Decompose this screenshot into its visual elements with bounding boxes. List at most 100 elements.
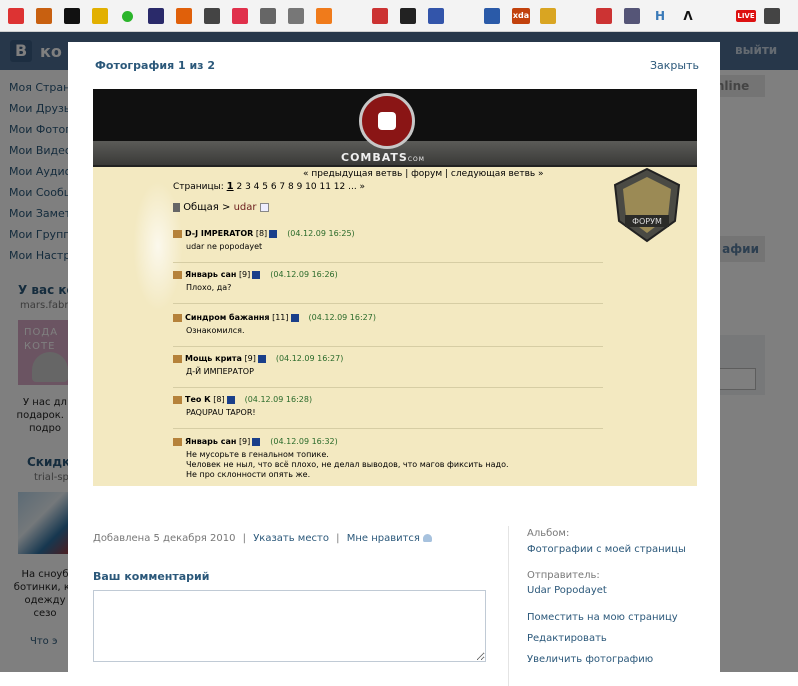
comment-input[interactable] xyxy=(93,590,486,662)
forum-post-time: (04.12.09 16:27) xyxy=(275,354,344,363)
combats-logo-text: COMBATS xyxy=(341,151,408,164)
forum-post: D-J IMPERATOR [8] (04.12.09 16:25) udar ne… xyxy=(173,229,603,263)
live-icon[interactable]: LIVE xyxy=(736,10,756,22)
star-icon[interactable] xyxy=(92,8,108,24)
breadcrumb-root: Общая xyxy=(183,202,219,213)
forum-post-nick: Тео К xyxy=(185,395,211,404)
info-icon xyxy=(290,313,299,322)
info-icon xyxy=(226,395,235,404)
shield-icon[interactable] xyxy=(596,8,612,24)
photo-meta: Добавлена 5 декабря 2010 | Указать место… xyxy=(93,533,432,544)
user-emblem-icon xyxy=(173,437,182,446)
user-emblem-icon xyxy=(173,313,182,322)
forum-post-nick: Мощь крита xyxy=(185,354,242,363)
folder-icon xyxy=(173,202,180,212)
forum-post: Синдром бажання [11] (04.12.09 16:27) Озна… xyxy=(173,313,603,347)
letter-h-icon[interactable]: H xyxy=(652,8,668,24)
info-icon xyxy=(252,270,261,279)
vertical-divider xyxy=(508,526,509,686)
swords-icon[interactable] xyxy=(288,8,304,24)
green-dot-icon[interactable] xyxy=(122,11,133,22)
vivaldi-red-icon[interactable] xyxy=(8,8,24,24)
forum-post-text: Ознакомился. xyxy=(186,326,245,335)
user-emblem-icon xyxy=(173,395,182,404)
combats-logo: COMBATSCOM xyxy=(341,151,425,164)
forum-post-nick: D-J IMPERATOR xyxy=(185,229,254,238)
set-place-link[interactable]: Указать место xyxy=(253,533,329,544)
forum-post-nick: Синдром бажання xyxy=(185,313,270,322)
forum-post-level: [9] xyxy=(238,270,251,279)
nhl-icon[interactable] xyxy=(764,8,780,24)
forum-post: Январь сан [9] (04.12.09 16:26) Плохо, да? xyxy=(173,270,603,304)
forum-post-header: D-J IMPERATOR [8] (04.12.09 16:25) xyxy=(173,229,603,238)
like-link[interactable]: Мне нравится xyxy=(347,533,420,544)
mail-icon[interactable] xyxy=(484,8,500,24)
photo-image[interactable]: COMBATSCOM « предыдущая ветвь | форум | … xyxy=(93,89,697,486)
person-icon[interactable] xyxy=(148,8,164,24)
xda-icon[interactable]: xda xyxy=(512,8,530,24)
breadcrumb-separator: > xyxy=(221,202,231,213)
sender-label: Отправитель: xyxy=(527,570,600,581)
orange-square-icon[interactable] xyxy=(36,8,52,24)
fist-emblem-icon xyxy=(359,93,415,149)
heart-icon[interactable] xyxy=(64,8,80,24)
forum-post-text: Не мусорьте в генальном топике. Человек … xyxy=(186,450,509,479)
forum-post-text: Плохо, да? xyxy=(186,283,232,292)
forum-post-level: [11] xyxy=(272,313,289,322)
plus-icon xyxy=(259,202,269,212)
meta-separator: | xyxy=(336,533,340,544)
forum-post-header: Мощь крита [9] (04.12.09 16:27) xyxy=(173,354,603,363)
forum-post-separator xyxy=(173,262,603,263)
forum-breadcrumb: Общая > udar xyxy=(173,202,269,213)
forum-thread-nav: « предыдущая ветвь | форум | следующая в… xyxy=(303,169,544,179)
photo-counter-title: Фотография 1 из 2 xyxy=(95,59,216,72)
lambda-icon[interactable]: Λ xyxy=(680,8,696,24)
pocket-icon[interactable] xyxy=(232,8,248,24)
palette-icon[interactable] xyxy=(540,8,556,24)
forum-post-level: [9] xyxy=(244,354,256,363)
app-icon[interactable] xyxy=(204,8,220,24)
combats-logo-suffix: COM xyxy=(407,156,425,163)
forum-pages: Страницы: 1 2 3 4 5 6 7 8 9 10 11 12 ...… xyxy=(173,181,365,192)
edit-link[interactable]: Редактировать xyxy=(527,633,607,644)
put-on-my-page-link[interactable]: Поместить на мою страницу xyxy=(527,612,678,623)
k-icon[interactable] xyxy=(372,8,388,24)
forum-post-level: [8] xyxy=(213,395,225,404)
id-card-icon[interactable] xyxy=(624,8,640,24)
forum-post-time: (04.12.09 16:25) xyxy=(287,229,355,238)
fist-icon xyxy=(378,112,396,130)
info-icon xyxy=(252,437,261,446)
pages-current: 1 xyxy=(226,181,234,192)
forum-post-separator xyxy=(173,303,603,304)
pages-list: 2 3 4 5 6 7 8 9 10 11 12 ... » xyxy=(236,182,366,192)
pages-label: Страницы: xyxy=(173,182,224,192)
forum-post-text: Д-Й ИМПЕРАТОР xyxy=(186,367,254,376)
enlarge-photo-link[interactable]: Увеличить фотографию xyxy=(527,654,653,665)
forum-post-header: Синдром бажання [11] (04.12.09 16:27) xyxy=(173,313,603,322)
forum-post-separator xyxy=(173,387,603,388)
forum-post-level: [8] xyxy=(255,229,268,238)
close-link[interactable]: Закрыть xyxy=(650,59,699,72)
forum-post-time: (04.12.09 16:26) xyxy=(270,270,338,279)
forum-post-time: (04.12.09 16:28) xyxy=(244,395,313,404)
photo-modal: Фотография 1 из 2 Закрыть COMBATSCOM « п… xyxy=(68,42,720,686)
heart-icon[interactable] xyxy=(422,534,432,542)
forum-post-header: Январь сан [9] (04.12.09 16:26) xyxy=(173,270,603,279)
letter-c-icon[interactable] xyxy=(316,8,332,24)
sender-link[interactable]: Udar Popodayet xyxy=(527,585,607,596)
forum-post-header: Январь сан [9] (04.12.09 16:32) xyxy=(173,437,603,446)
forum-post-separator xyxy=(173,428,603,429)
forum-post-level: [9] xyxy=(238,437,251,446)
gamepad-icon[interactable] xyxy=(400,8,416,24)
comment-title: Ваш комментарий xyxy=(93,570,210,583)
forum-post-time: (04.12.09 16:32) xyxy=(270,437,338,446)
letter-i-icon[interactable] xyxy=(176,8,192,24)
forum-post-text: udar ne popodayet xyxy=(186,242,263,251)
user-emblem-icon xyxy=(173,354,182,363)
album-link[interactable]: Фотографии с моей страницы xyxy=(527,544,686,555)
meta-separator: | xyxy=(242,533,247,544)
forum-shield-icon: ФОРУМ xyxy=(613,167,681,243)
forum-post-nick: Январь сан xyxy=(185,270,237,279)
playstation-icon[interactable] xyxy=(428,8,444,24)
film-reel-icon[interactable] xyxy=(260,8,276,24)
